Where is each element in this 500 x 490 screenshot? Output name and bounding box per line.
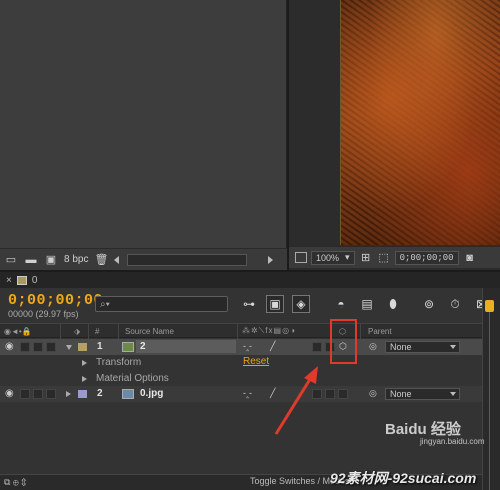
chevron-down-icon xyxy=(450,345,456,349)
column-number[interactable]: # xyxy=(95,325,99,337)
audio-toggle[interactable] xyxy=(20,342,30,352)
search-input[interactable]: ⌕▾ xyxy=(95,296,228,312)
column-source-name[interactable]: Source Name xyxy=(125,325,174,337)
parent-dropdown[interactable]: None xyxy=(385,388,460,400)
arrow-annotation-icon xyxy=(274,366,318,435)
horizontal-scrollbar[interactable] xyxy=(127,253,248,266)
site-watermark: 92素材网-92sucai.com xyxy=(330,470,477,486)
live-update-icon[interactable]: ▣ xyxy=(266,295,284,313)
current-time-display[interactable]: 0;00;00;00 xyxy=(8,292,103,309)
composition-image xyxy=(340,0,500,245)
project-panel xyxy=(0,0,287,270)
shy-switch-icon[interactable]: -‸- xyxy=(243,388,252,399)
scroll-left-icon[interactable] xyxy=(114,255,120,264)
brainstorm-icon[interactable]: ⊚ xyxy=(420,295,438,313)
twirl-right-icon[interactable] xyxy=(66,391,71,397)
parent-dropdown[interactable]: None xyxy=(385,341,460,353)
stopwatch-icon[interactable]: ⏱ xyxy=(446,295,464,313)
always-preview-icon[interactable] xyxy=(295,252,307,263)
parent-pickwhip-icon[interactable]: ◎ xyxy=(369,341,377,352)
baidu-url-watermark: jingyan.baidu.com xyxy=(420,437,485,446)
property-row-material-options[interactable]: Material Options xyxy=(0,371,482,387)
shy-switch-icon[interactable]: -‸- xyxy=(243,341,252,352)
timeline-toolbar: ⊶ ▣ ◈ ◓ ▤ ⬮ ⊚ ⏱ ⊠ xyxy=(240,293,490,315)
chevron-down-icon: ▾ xyxy=(345,252,350,262)
property-name: Material Options xyxy=(96,373,169,384)
close-icon[interactable]: × xyxy=(6,275,12,286)
parent-pickwhip-icon[interactable]: ◎ xyxy=(369,388,377,399)
zoom-dropdown[interactable]: 100% ▾ xyxy=(311,250,355,265)
scroll-right-icon[interactable] xyxy=(268,255,273,264)
draft-3d-icon[interactable]: ◈ xyxy=(292,295,310,313)
current-time-indicator[interactable] xyxy=(485,300,494,312)
new-comp-icon[interactable]: ▭ xyxy=(4,254,18,266)
layer-number: 2 xyxy=(97,388,103,399)
viewer-timecode[interactable]: 0;00;00;00 xyxy=(394,250,459,265)
label-icon[interactable]: ⬗ xyxy=(74,325,80,337)
quality-switch-icon[interactable]: ╱ xyxy=(270,341,275,352)
roi-icon[interactable]: ⬚ xyxy=(377,252,391,264)
label-swatch[interactable] xyxy=(78,343,87,351)
camera-icon[interactable]: ◙ xyxy=(463,252,477,264)
layer-name[interactable]: 2 xyxy=(136,340,236,353)
solo-toggle[interactable] xyxy=(33,389,43,399)
layer-row-1[interactable]: ◉ 1 2 -‸- ╱ ⬡ ◎ None xyxy=(0,339,482,355)
layer-column-header: ◉◄•🔒 ⬗ # Source Name ⁂✲⟍fx▤◎◑ ⬡ Parent xyxy=(0,323,482,339)
current-time-indicator-line xyxy=(489,312,490,490)
comp-viewer-footer: 100% ▾ ⊞ ⬚ 0;00;00;00 ◙ xyxy=(289,246,500,268)
comp-icon xyxy=(16,275,27,285)
eye-icon[interactable]: ◉◄•🔒 xyxy=(4,325,32,337)
interpret-icon[interactable]: ▣ xyxy=(44,254,58,266)
folder-icon[interactable]: ▬ xyxy=(24,254,38,266)
baidu-watermark: Baidu 经验 xyxy=(385,421,461,438)
layer-row-2[interactable]: ◉ 2 0.jpg -‸- ╱ ◎ None xyxy=(0,386,482,402)
frame-blending-icon[interactable]: ▤ xyxy=(358,295,376,313)
label-swatch[interactable] xyxy=(78,390,87,398)
lock-toggle[interactable] xyxy=(46,389,56,399)
chevron-down-icon xyxy=(450,392,456,396)
timeline-tab[interactable]: × 0 xyxy=(0,272,500,288)
twirl-down-icon[interactable] xyxy=(66,345,72,350)
switches-icons: ⁂✲⟍fx▤◎◑ xyxy=(242,326,296,335)
twirl-right-icon[interactable] xyxy=(82,376,87,382)
comp-icon xyxy=(122,342,134,352)
motion-blur-icon[interactable]: ⬮ xyxy=(384,295,402,313)
column-parent[interactable]: Parent xyxy=(368,325,392,337)
frame-rate-label: 00000 (29.97 fps) xyxy=(8,309,79,319)
eye-icon[interactable]: ◉ xyxy=(5,388,14,399)
project-footer: ▭ ▬ ▣ 8 bpc 🗑 xyxy=(0,248,287,270)
property-row-transform[interactable]: Transform xyxy=(0,355,482,371)
tab-label: 0 xyxy=(31,274,38,286)
comp-mini-flowchart-icon[interactable]: ⊶ xyxy=(240,295,258,313)
search-icon: ⌕▾ xyxy=(100,298,110,310)
audio-toggle[interactable] xyxy=(20,389,30,399)
bpc-button[interactable]: 8 bpc xyxy=(64,254,88,265)
layer-name[interactable]: 0.jpg xyxy=(136,387,236,400)
hide-shy-icon[interactable]: ◓ xyxy=(332,295,350,313)
trash-icon[interactable]: 🗑 xyxy=(94,254,108,266)
eye-icon[interactable]: ◉ xyxy=(5,341,14,352)
property-name: Transform xyxy=(96,357,142,368)
highlight-annotation xyxy=(330,319,357,364)
twirl-right-icon[interactable] xyxy=(82,360,87,366)
image-icon xyxy=(122,389,134,399)
layer-number: 1 xyxy=(97,341,103,352)
adjustment-switch[interactable] xyxy=(312,342,322,352)
zoom-value: 100% xyxy=(316,252,340,263)
reset-link[interactable]: Reset xyxy=(243,356,269,367)
solo-toggle[interactable] xyxy=(33,342,43,352)
3d-layer-switch[interactable] xyxy=(338,389,348,399)
grid-icon[interactable]: ⊞ xyxy=(359,252,373,264)
panel-options-icon[interactable]: ⧉ ⊕ ⇳ xyxy=(4,477,26,488)
lock-toggle[interactable] xyxy=(46,342,56,352)
time-ruler[interactable] xyxy=(482,288,500,490)
